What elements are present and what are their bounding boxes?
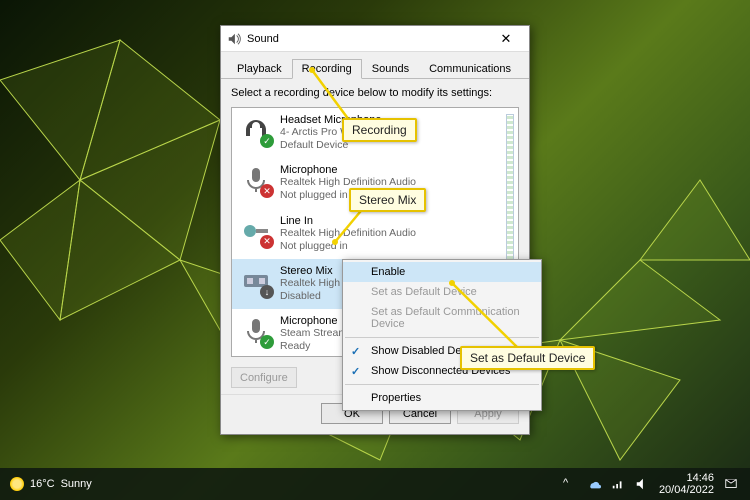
- onedrive-icon[interactable]: [587, 477, 601, 491]
- tab-recording[interactable]: Recording: [292, 59, 362, 79]
- menu-separator: [345, 337, 539, 338]
- menu-set-default[interactable]: Set as Default Device: [343, 282, 541, 302]
- context-menu: Enable Set as Default Device Set as Defa…: [342, 259, 542, 411]
- tab-playback[interactable]: Playback: [227, 59, 292, 79]
- sound-icon: [227, 32, 241, 46]
- tab-communications[interactable]: Communications: [419, 59, 521, 79]
- close-button[interactable]: ✕: [489, 28, 523, 50]
- menu-separator: [345, 384, 539, 385]
- check-badge-icon: ✓: [260, 134, 274, 148]
- instruction-text: Select a recording device below to modif…: [221, 79, 529, 103]
- taskbar[interactable]: 16°C Sunny ^ 14:46 20/04/2022: [0, 468, 750, 500]
- check-badge-icon: ✓: [260, 335, 274, 349]
- callout-stereomix: Stereo Mix: [349, 188, 426, 212]
- chevron-up-icon[interactable]: ^: [563, 477, 577, 491]
- device-sub: Realtek High Definition Audio: [280, 227, 416, 240]
- check-icon: ✓: [351, 345, 360, 358]
- device-name: Line In: [280, 215, 416, 227]
- disabled-badge-icon: ↓: [260, 285, 274, 299]
- tab-sounds[interactable]: Sounds: [362, 59, 419, 79]
- line-in-icon: ✕: [240, 215, 272, 247]
- headset-icon: ✓: [240, 114, 272, 146]
- microphone-icon: ✕: [240, 164, 272, 196]
- time: 14:46: [659, 472, 714, 484]
- volume-icon[interactable]: [635, 477, 649, 491]
- temperature: 16°C: [30, 478, 55, 490]
- menu-set-default-comm[interactable]: Set as Default Communication Device: [343, 302, 541, 334]
- tab-strip: Playback Recording Sounds Communications: [221, 52, 529, 79]
- callout-set-default: Set as Default Device: [460, 346, 595, 370]
- titlebar[interactable]: Sound ✕: [221, 26, 529, 52]
- callout-recording: Recording: [342, 118, 417, 142]
- unplugged-badge-icon: ✕: [260, 235, 274, 249]
- menu-properties[interactable]: Properties: [343, 388, 541, 408]
- dialog-title: Sound: [247, 33, 489, 45]
- notifications-icon[interactable]: [724, 477, 738, 491]
- clock[interactable]: 14:46 20/04/2022: [659, 472, 714, 496]
- device-item[interactable]: ✕ Line In Realtek High Definition Audio …: [232, 209, 518, 259]
- stereo-mix-icon: ↓: [240, 265, 272, 297]
- sun-icon: [10, 477, 24, 491]
- microphone-icon: ✓: [240, 315, 272, 347]
- check-icon: ✓: [351, 365, 360, 378]
- network-icon[interactable]: [611, 477, 625, 491]
- weather-text: Sunny: [61, 478, 92, 490]
- configure-button[interactable]: Configure: [231, 367, 297, 388]
- menu-enable[interactable]: Enable: [343, 262, 541, 282]
- device-name: Microphone: [280, 164, 416, 176]
- device-status: Not plugged in: [280, 240, 416, 253]
- date: 20/04/2022: [659, 484, 714, 496]
- weather-widget[interactable]: 16°C Sunny: [10, 477, 92, 491]
- system-tray[interactable]: ^ 14:46 20/04/2022: [563, 472, 738, 496]
